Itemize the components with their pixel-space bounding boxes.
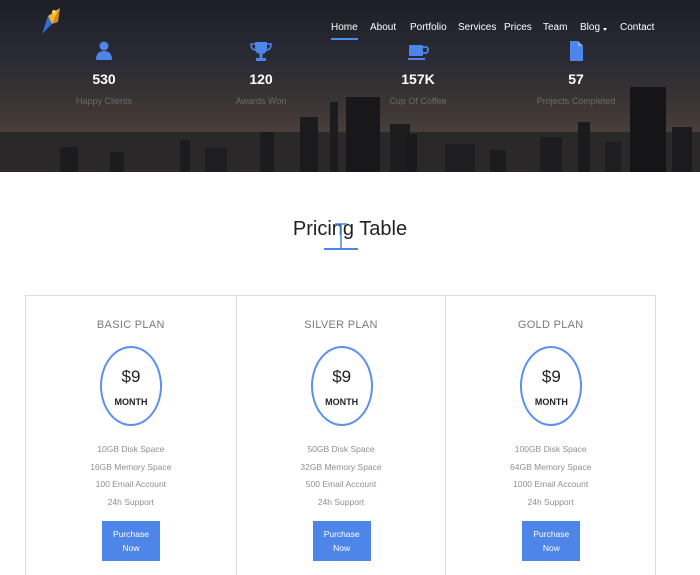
price-circle: $9 MONTH <box>310 346 373 426</box>
nav-services[interactable]: Services <box>458 21 496 35</box>
feature-list: 50GB Disk Space 32GB Memory Space 500 Em… <box>237 443 446 514</box>
purchase-now-button[interactable]: Purchase Now <box>522 521 581 561</box>
plan-period: MONTH <box>534 397 568 407</box>
nav-about[interactable]: About <box>370 21 396 35</box>
hero-banner: Home About Portfolio Services Prices Tea… <box>0 0 700 172</box>
feature-item: 24h Support <box>317 497 365 508</box>
feature-list: 10GB Disk Space 16GB Memory Space 100 Em… <box>26 443 236 514</box>
plan-silver: SILVER PLAN $9 MONTH 50GB Disk Space 32G… <box>235 296 446 575</box>
stat-label: Happy Clients <box>75 96 133 106</box>
stat-cup-of-coffee: 157K Cup Of Coffee <box>348 40 488 107</box>
plan-name: GOLD PLAN <box>517 319 584 331</box>
nav-team[interactable]: Team <box>543 21 567 35</box>
feature-item: 16GB Memory Space <box>90 461 172 472</box>
feature-item: 100 Email Account <box>95 479 167 490</box>
button-label-line1: Purchase <box>533 529 570 539</box>
plan-price: $9 <box>121 367 141 386</box>
feature-item: 50GB Disk Space <box>307 444 375 454</box>
feature-list: 100GB Disk Space 64GB Memory Space 1000 … <box>446 443 655 514</box>
nav-contact[interactable]: Contact <box>620 21 654 35</box>
button-label-line2: Now <box>122 543 140 553</box>
coffee-cup-icon <box>408 45 429 60</box>
feature-item: 24h Support <box>527 497 574 508</box>
stat-value: 530 <box>92 71 116 87</box>
feature-item: 32GB Memory Space <box>300 461 382 472</box>
feature-item: 500 Email Account <box>305 479 377 490</box>
nav-home[interactable]: Home <box>331 21 358 40</box>
stat-awards-won: 120 Awards Won <box>191 40 331 107</box>
feature-item: 10GB Disk Space <box>97 444 165 454</box>
plan-price: $9 <box>332 367 352 386</box>
feature-item: 100GB Disk Space <box>514 444 587 454</box>
plan-basic: BASIC PLAN $9 MONTH 10GB Disk Space 16GB… <box>26 296 236 575</box>
button-label-line2: Now <box>333 543 351 553</box>
price-circle: $9 MONTH <box>520 346 583 426</box>
stat-label: Cup Of Coffee <box>389 96 447 106</box>
plan-period: MONTH <box>325 397 359 407</box>
plan-price: $9 <box>541 367 561 386</box>
purchase-now-button[interactable]: Purchase Now <box>102 521 160 561</box>
feature-item: 64GB Memory Space <box>510 461 592 472</box>
nav-prices[interactable]: Prices <box>504 21 532 35</box>
stat-projects-completed: 57 Projects Completed <box>506 40 646 107</box>
button-label-line2: Now <box>542 543 560 553</box>
trophy-icon <box>250 42 272 61</box>
stat-value: 120 <box>249 71 273 87</box>
plan-name: SILVER PLAN <box>304 319 378 331</box>
button-label-line1: Purchase <box>113 529 149 539</box>
plan-name: BASIC PLAN <box>96 319 165 331</box>
stat-label: Projects Completed <box>536 96 616 106</box>
chevron-down-icon <box>603 28 608 31</box>
plan-gold: GOLD PLAN $9 MONTH 100GB Disk Space 64GB… <box>445 296 655 575</box>
stat-happy-clients: 530 Happy Clients <box>34 40 174 107</box>
plan-period: MONTH <box>114 397 148 407</box>
document-icon <box>570 41 583 61</box>
stat-label: Awards Won <box>235 96 287 106</box>
stat-value: 57 <box>568 71 584 87</box>
nav-blog-label: Blog <box>580 22 601 33</box>
feature-item: 24h Support <box>107 497 154 508</box>
button-label-line1: Purchase <box>323 529 360 539</box>
purchase-now-button[interactable]: Purchase Now <box>312 521 371 561</box>
user-icon <box>96 41 112 60</box>
feature-item: 1000 Email Account <box>513 479 589 490</box>
nav-portfolio[interactable]: Portfolio <box>410 21 447 35</box>
price-circle: $9 MONTH <box>100 346 162 426</box>
main-navigation: Home About Portfolio Services Prices Tea… <box>0 21 700 41</box>
pricing-table: BASIC PLAN $9 MONTH 10GB Disk Space 16GB… <box>25 295 656 575</box>
stat-value: 157K <box>401 71 435 87</box>
nav-blog[interactable]: Blog <box>580 21 608 35</box>
title-underline-ornament <box>324 223 358 250</box>
